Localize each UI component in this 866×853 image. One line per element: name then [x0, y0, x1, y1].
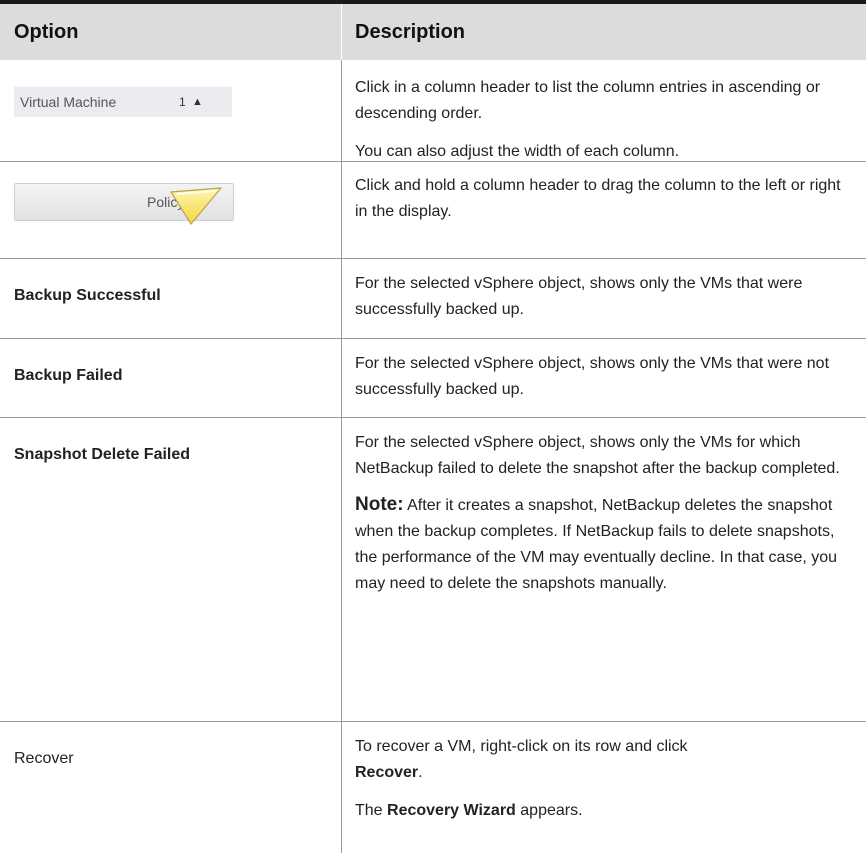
- row-rule: [0, 258, 866, 259]
- recover-instruction: To recover a VM, right-click on its row …: [355, 738, 688, 755]
- wizard-post: appears.: [520, 802, 583, 819]
- option-backup-failed: Backup Failed: [14, 367, 123, 384]
- recovery-wizard-bold: Recovery Wizard: [387, 802, 516, 819]
- virtual-machine-label: Virtual Machine: [20, 94, 117, 110]
- row-rule: [0, 161, 866, 162]
- option-recover: Recover: [14, 750, 74, 767]
- row-6-description: To recover a VM, right-click on its row …: [355, 734, 855, 824]
- row-rule: [0, 417, 866, 418]
- sort-ascending-icon: ▲: [192, 96, 203, 108]
- table-header: Option Description: [0, 4, 866, 60]
- row-rule: [0, 721, 866, 722]
- row-5-description: For the selected vSphere object, shows o…: [355, 430, 855, 597]
- note-label: Note:: [355, 494, 404, 515]
- row-2-desc-para-1: Click and hold a column header to drag t…: [355, 177, 841, 220]
- row-3-desc-para-1: For the selected vSphere object, shows o…: [355, 275, 803, 318]
- option-snapshot-delete-failed: Snapshot Delete Failed: [14, 446, 191, 463]
- row-5-desc-para-1: For the selected vSphere object, shows o…: [355, 434, 840, 477]
- note-text: After it creates a snapshot, NetBackup d…: [355, 497, 838, 592]
- policy-column-header-example: Policy: [14, 183, 234, 226]
- column-divider: [341, 60, 342, 853]
- row-2-description: Click and hold a column header to drag t…: [355, 173, 855, 225]
- header-column-divider: [341, 4, 342, 60]
- sort-index: 1: [179, 95, 186, 109]
- virtual-machine-column-header-example: Virtual Machine 1 ▲: [14, 86, 232, 117]
- recover-period: .: [418, 764, 423, 781]
- row-5-note: Note: After it creates a snapshot, NetBa…: [355, 492, 855, 597]
- drag-cursor-icon: [169, 187, 223, 226]
- row-4-desc-para-1: For the selected vSphere object, shows o…: [355, 355, 830, 398]
- row-rule: [0, 338, 866, 339]
- header-description: Description: [355, 21, 466, 43]
- row-1-desc-para-1: Click in a column header to list the col…: [355, 79, 821, 122]
- row-3-description: For the selected vSphere object, shows o…: [355, 271, 855, 323]
- recover-bold: Recover: [355, 764, 419, 781]
- row-1-description: Click in a column header to list the col…: [355, 75, 855, 165]
- option-backup-successful: Backup Successful: [14, 287, 161, 304]
- row-4-description: For the selected vSphere object, shows o…: [355, 351, 855, 403]
- row-6-desc-para-1: To recover a VM, right-click on its row …: [355, 734, 855, 786]
- header-option: Option: [14, 21, 79, 43]
- row-6-desc-para-2: The Recovery Wizard appears.: [355, 798, 855, 824]
- wizard-pre: The: [355, 802, 383, 819]
